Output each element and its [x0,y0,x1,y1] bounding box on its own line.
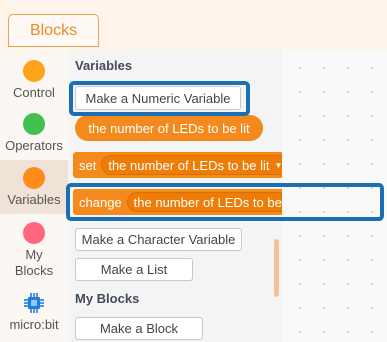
category-label: Variables [7,192,61,207]
top-bar: Blocks [0,0,387,50]
category-label: micro:bit [9,317,59,332]
operators-dot-icon [23,113,45,135]
category-my-blocks[interactable]: My Blocks [0,222,68,279]
category-label: My Blocks [14,247,54,278]
set-label: set [79,157,97,173]
category-menu: Control Operators Variables My Blocks mi… [0,50,68,342]
category-label: Operators [5,138,63,153]
variable-dropdown[interactable]: the number of LEDs to be lit ▼ [101,155,290,175]
tab-blocks[interactable]: Blocks [8,14,99,47]
control-dot-icon [23,60,45,82]
make-list-button[interactable]: Make a List [75,258,193,281]
variable-reporter-block[interactable]: the number of LEDs to be lit [75,115,263,141]
category-label: Control [13,85,55,100]
category-control[interactable]: Control [0,60,68,101]
category-operators[interactable]: Operators [0,113,68,154]
make-block-button[interactable]: Make a Block [75,317,203,340]
make-character-variable-button[interactable]: Make a Character Variable [75,228,242,251]
category-microbit[interactable]: micro:bit [0,292,68,333]
variables-section-title: Variables [75,58,133,73]
variables-dot-icon [23,167,45,189]
palette-scrollbar[interactable] [274,239,279,297]
highlight-change-block [66,183,384,221]
highlight-make-numeric-variable [69,81,250,116]
my-blocks-dot-icon [23,222,45,244]
variable-dropdown-label: the number of LEDs to be lit [108,157,270,173]
chip-icon [24,293,44,313]
my-blocks-section-title: My Blocks [75,291,140,306]
category-variables[interactable]: Variables [0,160,68,214]
